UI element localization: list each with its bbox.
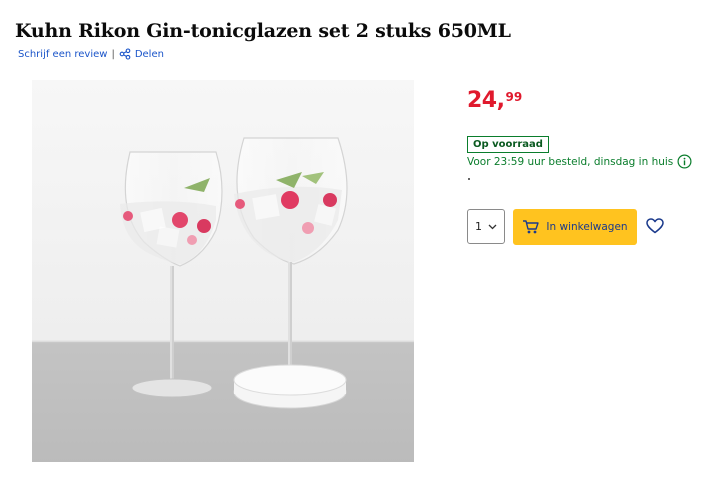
- quantity-select[interactable]: 1: [467, 209, 505, 244]
- cart-icon: [522, 219, 540, 235]
- product-image[interactable]: [32, 80, 414, 462]
- product-page: Kuhn Rikon Gin-tonicglazen set 2 stuks 6…: [0, 0, 726, 491]
- cart-button-label: In winkelwagen: [546, 221, 628, 233]
- price-euros: 24,: [467, 88, 505, 113]
- product-title: Kuhn Rikon Gin-tonicglazen set 2 stuks 6…: [15, 19, 511, 42]
- divider-dot: [468, 178, 470, 180]
- stock-badge: Op voorraad: [467, 136, 549, 153]
- price-cents: 99: [505, 90, 523, 104]
- meta-separator: |: [111, 48, 115, 60]
- info-icon[interactable]: [677, 154, 692, 169]
- add-to-cart-button[interactable]: In winkelwagen: [513, 209, 637, 245]
- heart-icon: [646, 218, 664, 238]
- chevron-down-icon: [488, 222, 497, 231]
- quantity-value: 1: [475, 220, 482, 233]
- delivery-info: Voor 23:59 uur besteld, dinsdag in huis: [467, 154, 692, 169]
- write-review-link[interactable]: Schrijf een review: [18, 49, 107, 60]
- delivery-text: Voor 23:59 uur besteld, dinsdag in huis: [467, 155, 674, 168]
- product-meta-row: Schrijf een review | Delen: [18, 48, 164, 60]
- share-icon[interactable]: [119, 48, 131, 60]
- share-link[interactable]: Delen: [135, 49, 164, 60]
- product-price: 24,99: [467, 90, 522, 112]
- wishlist-button[interactable]: [645, 218, 665, 238]
